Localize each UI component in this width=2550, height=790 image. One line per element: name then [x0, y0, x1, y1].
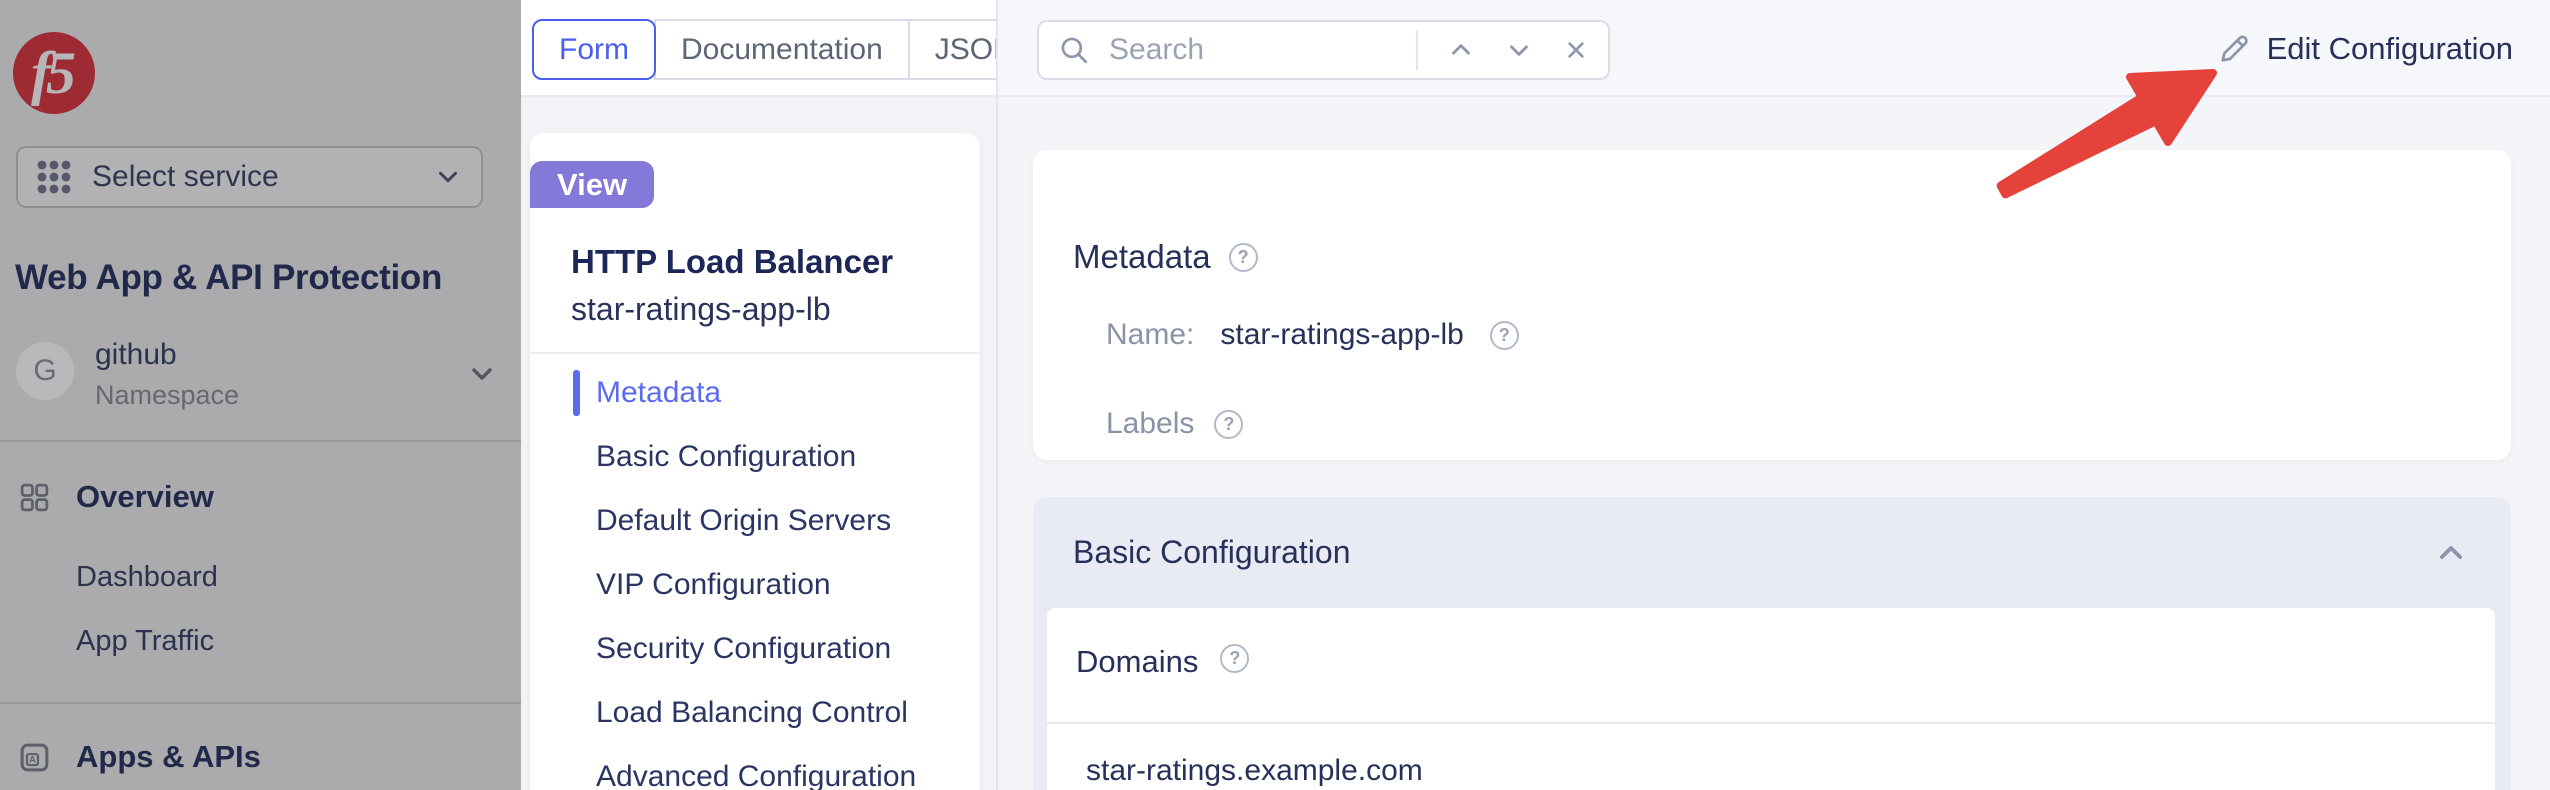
waffle-grid-icon [36, 159, 72, 195]
search-next-button[interactable] [1504, 35, 1534, 65]
overview-label: Overview [76, 479, 214, 515]
namespace-sublabel: Namespace [95, 380, 239, 411]
metadata-labels-row: Labels [1106, 407, 1243, 441]
object-name-subtitle: star-ratings-app-lb [571, 291, 831, 328]
search-box[interactable] [1037, 20, 1610, 80]
name-label: Name: [1106, 318, 1194, 352]
active-indicator-bar [573, 370, 580, 416]
nav-item-label: Load Balancing Control [596, 696, 908, 730]
form-panel-header: Form Documentation JSON [521, 0, 996, 97]
grid-icon [18, 481, 51, 514]
nav-item-vip-configuration[interactable]: VIP Configuration [530, 553, 980, 617]
form-panel: Form Documentation JSON View HTTP Load B… [521, 0, 996, 790]
app-box-icon: A [18, 741, 51, 774]
detail-panel: Edit Configuration Metadata Name: star-r… [996, 0, 2550, 790]
tab-form[interactable]: Form [532, 19, 656, 80]
basic-configuration-title: Basic Configuration [1073, 534, 1350, 571]
apps-apis-label: Apps & APIs [76, 739, 261, 775]
nav-item-label: VIP Configuration [596, 568, 831, 602]
sidebar-divider [0, 702, 521, 704]
product-title: Web App & API Protection [15, 258, 507, 298]
domain-value: star-ratings.example.com [1086, 754, 1423, 788]
search-icon [1057, 33, 1091, 67]
namespace-name: github [95, 338, 177, 372]
metadata-name-row: Name: star-ratings-app-lb [1106, 318, 1519, 352]
collapse-chevron-up-icon[interactable] [2431, 533, 2471, 573]
chevron-down-icon [1504, 35, 1534, 65]
view-mode-badge: View [530, 161, 654, 208]
nav-item-metadata[interactable]: Metadata [530, 361, 980, 425]
nav-item-basic-configuration[interactable]: Basic Configuration [530, 425, 980, 489]
pencil-icon [2216, 31, 2252, 67]
sidebar-item-app-traffic[interactable]: App Traffic [76, 625, 214, 658]
view-mode-tabs: Form Documentation JSON [532, 19, 1042, 80]
object-type-title: HTTP Load Balancer [571, 243, 893, 281]
section-nav-list: Metadata Basic Configuration Default Ori… [530, 361, 980, 790]
metadata-card: Metadata Name: star-ratings-app-lb Label… [1033, 150, 2511, 460]
namespace-selector[interactable]: G github Namespace [0, 338, 521, 408]
f5-logo[interactable]: f5 [13, 32, 95, 114]
search-input[interactable] [1107, 32, 1416, 68]
sidebar-item-dashboard[interactable]: Dashboard [76, 561, 218, 594]
chevron-up-icon [1446, 35, 1476, 65]
nav-item-security-configuration[interactable]: Security Configuration [530, 617, 980, 681]
basic-configuration-header: Basic Configuration [1033, 497, 2511, 608]
labels-label: Labels [1106, 407, 1194, 441]
sidebar-divider [0, 440, 521, 442]
divider [530, 352, 980, 354]
sidebar-item-overview[interactable]: Overview [0, 480, 521, 514]
detail-toolbar: Edit Configuration [998, 0, 2550, 97]
divider [1047, 722, 2495, 724]
nav-item-label: Default Origin Servers [596, 504, 891, 538]
sidebar-item-apps-apis[interactable]: A Apps & APIs [0, 740, 521, 774]
detail-content: Metadata Name: star-ratings-app-lb Label… [998, 97, 2550, 790]
tab-documentation[interactable]: Documentation [654, 19, 910, 80]
divider [1416, 30, 1418, 70]
svg-text:A: A [29, 754, 36, 764]
name-value: star-ratings-app-lb [1220, 318, 1463, 352]
domains-title: Domains [1076, 644, 1198, 680]
search-clear-button[interactable] [1562, 36, 1590, 64]
help-icon[interactable] [1490, 321, 1519, 350]
select-service-label: Select service [92, 160, 433, 194]
edit-configuration-label: Edit Configuration [2267, 31, 2513, 67]
app-window: f5 Select service Web App & API Protecti… [0, 0, 2550, 790]
edit-configuration-button[interactable]: Edit Configuration [2216, 0, 2513, 97]
help-icon[interactable] [1214, 410, 1243, 439]
help-icon[interactable] [1229, 243, 1258, 272]
nav-item-default-origin-servers[interactable]: Default Origin Servers [530, 489, 980, 553]
chevron-down-icon [466, 358, 498, 390]
domains-panel: Domains star-ratings.example.com [1047, 608, 2495, 790]
chevron-down-icon [433, 162, 463, 192]
nav-item-label: Advanced Configuration [596, 760, 916, 790]
namespace-avatar: G [16, 342, 74, 400]
nav-item-label: Basic Configuration [596, 440, 856, 474]
nav-item-advanced-configuration[interactable]: Advanced Configuration [530, 745, 980, 790]
nav-item-load-balancing-control[interactable]: Load Balancing Control [530, 681, 980, 745]
sidebar: f5 Select service Web App & API Protecti… [0, 0, 521, 790]
basic-configuration-card: Basic Configuration Domains star-ratings… [1033, 497, 2511, 790]
object-nav-card: View HTTP Load Balancer star-ratings-app… [530, 133, 980, 790]
metadata-card-title: Metadata [1073, 238, 1211, 276]
close-icon [1562, 36, 1590, 64]
search-prev-button[interactable] [1446, 35, 1476, 65]
search-tools [1416, 30, 1590, 70]
nav-item-label: Metadata [596, 376, 721, 410]
nav-item-label: Security Configuration [596, 632, 891, 666]
select-service-button[interactable]: Select service [16, 146, 483, 208]
help-icon[interactable] [1220, 644, 1249, 673]
